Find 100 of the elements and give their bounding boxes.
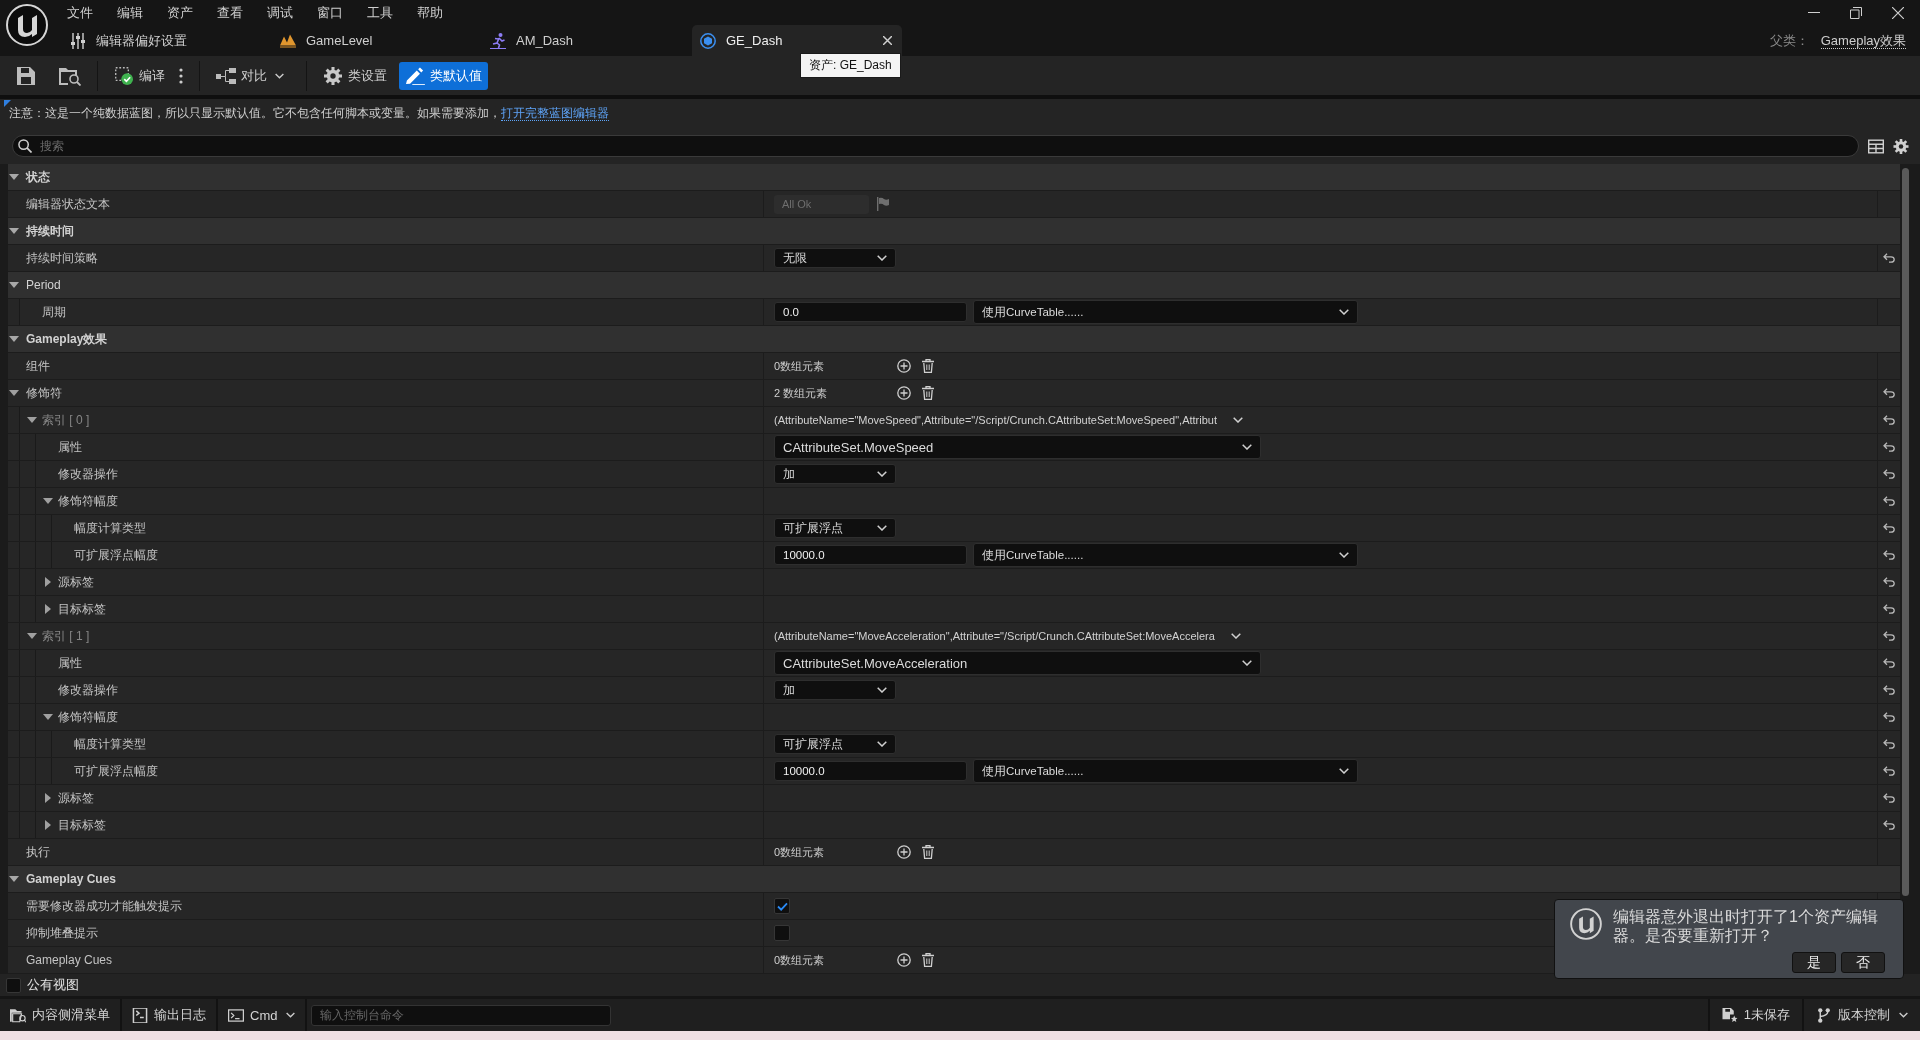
category-header[interactable]: 状态 [8,164,1900,191]
class-settings-button[interactable]: 类设置 [317,61,393,90]
reset-arrow-icon[interactable] [1883,685,1895,695]
trash-icon[interactable] [922,953,934,967]
reset-arrow-icon[interactable] [1883,577,1895,587]
reset-arrow-icon[interactable] [1883,415,1895,425]
number-field[interactable]: 0.0 [774,302,967,322]
close-icon[interactable] [883,36,892,45]
close-icon[interactable] [1892,6,1904,19]
expander-arrow-icon[interactable] [27,417,37,423]
category-header[interactable]: Gameplay效果 [8,326,1900,353]
checkbox[interactable] [774,925,790,941]
number-field[interactable]: 10000.0 [774,761,967,781]
curve-table-dropdown[interactable]: 使用CurveTable...... [973,759,1358,783]
open-editor-link[interactable]: 打开完整蓝图编辑器 [501,106,609,121]
checkbox[interactable] [774,898,790,914]
editor-tab[interactable]: GE_Dash [692,25,902,56]
category-header[interactable]: Gameplay Cues [8,866,1900,893]
reset-arrow-icon[interactable] [1883,631,1895,641]
parent-class-link[interactable]: Gameplay效果 [1820,32,1906,49]
folder-search-icon[interactable] [59,65,81,86]
dropdown[interactable]: 加 [774,680,896,700]
menu-item[interactable]: 工具 [367,3,393,22]
save-icon[interactable] [17,66,35,85]
expander-arrow-icon[interactable] [43,714,53,720]
expander-arrow-icon[interactable] [27,633,37,639]
expander-arrow-icon[interactable] [9,174,19,180]
diff-button[interactable]: 对比 [210,61,290,90]
editor-tab[interactable]: GameLevel [272,25,482,56]
search-field[interactable]: 搜索 [12,135,1859,157]
category-header[interactable]: 持续时间 [8,218,1900,245]
scrollbar-thumb[interactable] [1902,168,1909,896]
number-field[interactable]: 10000.0 [774,545,967,565]
expander-arrow-icon[interactable] [9,282,19,288]
expander-arrow-icon[interactable] [9,228,19,234]
dropdown[interactable]: 加 [774,464,896,484]
console-field[interactable]: 输入控制台命令 [311,1004,612,1026]
restore-icon[interactable] [1850,6,1862,19]
tab-tooltip: 资产: GE_Dash [800,53,901,78]
chevron-icon[interactable] [1230,633,1241,639]
chevron-icon[interactable] [1233,417,1243,423]
dropdown[interactable]: 可扩展浮点 [774,734,896,754]
reset-arrow-icon[interactable] [1883,712,1895,722]
trash-icon[interactable] [922,845,934,859]
add-icon[interactable] [897,953,911,967]
menu-item[interactable]: 帮助 [417,3,443,22]
reset-arrow-icon[interactable] [1883,550,1895,560]
expander-arrow-icon[interactable] [45,820,51,830]
property-label: 修饰符幅度 [58,708,118,726]
trash-icon[interactable] [922,386,934,400]
log-icon [132,1007,148,1023]
reset-arrow-icon[interactable] [1883,793,1895,803]
menu-item[interactable]: 编辑 [117,3,143,22]
curve-table-dropdown[interactable]: 使用CurveTable...... [973,300,1358,324]
checkbox[interactable] [6,977,21,993]
reset-arrow-icon[interactable] [1883,469,1895,479]
property-label: 编辑器状态文本 [26,195,110,213]
reset-arrow-icon[interactable] [1883,820,1895,830]
menu-item[interactable]: 资产 [167,3,193,22]
property-label: 修改器操作 [58,681,118,699]
trash-icon[interactable] [922,359,934,373]
dialog-button[interactable]: 是 [1792,952,1836,973]
category-header[interactable]: Period [8,272,1900,299]
add-icon[interactable] [897,386,911,400]
menu-item[interactable]: 文件 [67,3,93,22]
class-defaults-button[interactable]: 类默认值 [399,61,488,90]
editor-tab[interactable]: AM_Dash [482,25,692,56]
reset-arrow-icon[interactable] [1883,739,1895,749]
curve-table-dropdown[interactable]: 使用CurveTable...... [973,543,1358,567]
expander-arrow-icon[interactable] [9,390,19,396]
expander-arrow-icon[interactable] [45,793,51,803]
menu-item[interactable]: 调试 [267,3,293,22]
table-icon[interactable] [1868,138,1884,154]
dropdown[interactable]: 可扩展浮点 [774,518,896,538]
settings-icon[interactable] [1893,138,1909,154]
reset-arrow-icon[interactable] [1883,523,1895,533]
expander-arrow-icon[interactable] [45,577,51,587]
add-icon[interactable] [897,845,911,859]
logo-icon[interactable] [6,4,48,46]
reset-arrow-icon[interactable] [1883,496,1895,506]
expander-arrow-icon[interactable] [9,876,19,882]
reset-arrow-icon[interactable] [1883,388,1895,398]
expander-arrow-icon[interactable] [43,498,53,504]
reset-arrow-icon[interactable] [1883,658,1895,668]
dialog-button[interactable]: 否 [1841,952,1885,973]
dropdown[interactable]: 无限 [774,248,896,268]
reset-arrow-icon[interactable] [1883,766,1895,776]
add-icon[interactable] [897,359,911,373]
attribute-dropdown[interactable]: CAttributeSet.MoveSpeed [774,435,1261,459]
menu-item[interactable]: 窗口 [317,3,343,22]
compile-button[interactable]: 编译 [108,61,171,90]
expander-arrow-icon[interactable] [9,336,19,342]
menu-item[interactable]: 查看 [217,3,243,22]
reset-arrow-icon[interactable] [1883,604,1895,614]
attribute-dropdown[interactable]: CAttributeSet.MoveAcceleration [774,651,1261,675]
more-icon[interactable] [179,67,183,84]
expander-arrow-icon[interactable] [45,604,51,614]
editor-tab[interactable]: 编辑器偏好设置 [62,25,272,56]
reset-arrow-icon[interactable] [1883,253,1895,263]
reset-arrow-icon[interactable] [1883,442,1895,452]
